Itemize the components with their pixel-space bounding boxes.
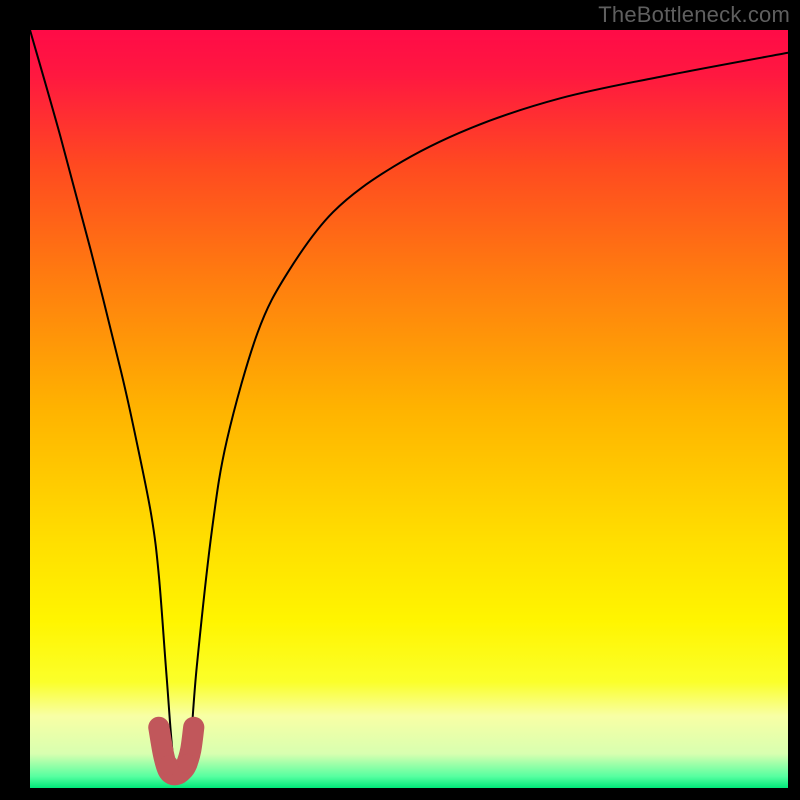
plot-area — [30, 30, 788, 788]
chart-svg — [30, 30, 788, 788]
valley-left — [159, 755, 179, 775]
gradient-background — [30, 30, 788, 788]
outer-frame: TheBottleneck.com — [0, 0, 800, 800]
valley-right — [178, 754, 198, 774]
watermark-text: TheBottleneck.com — [598, 2, 790, 28]
